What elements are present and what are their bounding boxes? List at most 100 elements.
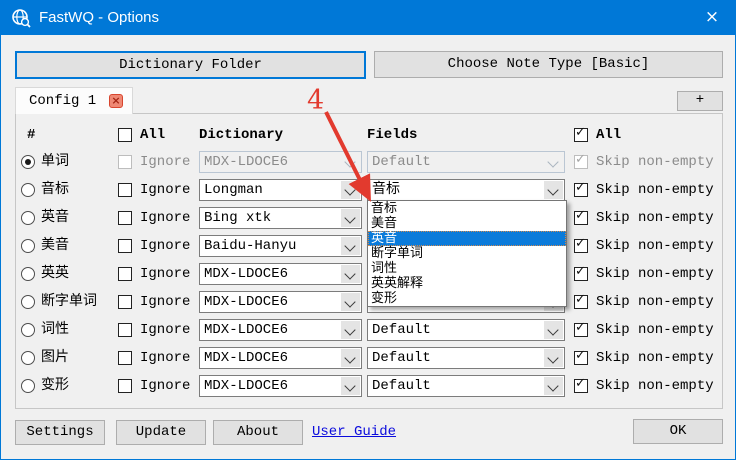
settings-button[interactable]: Settings (15, 420, 105, 445)
row-radio[interactable] (21, 295, 35, 309)
combo-arrow-icon[interactable] (341, 293, 360, 311)
skip-label: Skip non-empty (596, 235, 714, 257)
fields-combobox[interactable]: Default (367, 347, 565, 369)
close-button[interactable]: × (689, 1, 735, 35)
fields-combobox: Default (367, 151, 565, 173)
combo-arrow-icon[interactable] (341, 349, 360, 367)
annotation-arrow-icon (314, 104, 386, 208)
skip-label: Skip non-empty (596, 179, 714, 201)
about-button[interactable]: About (213, 420, 303, 445)
all-skip-checkbox[interactable] (574, 128, 588, 142)
choose-note-type-button[interactable]: Choose Note Type [Basic] (374, 51, 723, 78)
ignore-label: Ignore (140, 375, 190, 397)
dictionary-combobox[interactable]: Baidu-Hanyu (199, 235, 362, 257)
tab-close-icon[interactable]: × (109, 94, 123, 108)
dictionary-combobox[interactable]: MDX-LDOCE6 (199, 347, 362, 369)
table-row: 词性 Ignore MDX-LDOCE6 Default Skip non-em… (1, 319, 736, 341)
ignore-label: Ignore (140, 235, 190, 257)
all-ignore-checkbox[interactable] (118, 128, 132, 142)
row-label: 词性 (41, 319, 69, 341)
skip-checkbox[interactable] (574, 267, 588, 281)
row-radio[interactable] (21, 211, 35, 225)
col-hash: # (27, 124, 35, 146)
dictionary-combobox[interactable]: MDX-LDOCE6 (199, 263, 362, 285)
row-label: 断字单词 (41, 291, 97, 313)
ignore-checkbox[interactable] (118, 183, 132, 197)
combo-arrow-icon[interactable] (341, 209, 360, 227)
dictionary-combobox[interactable]: MDX-LDOCE6 (199, 375, 362, 397)
ignore-checkbox[interactable] (118, 295, 132, 309)
dropdown-option-highlighted[interactable]: 英音 (368, 231, 566, 246)
skip-checkbox[interactable] (574, 239, 588, 253)
skip-label: Skip non-empty (596, 375, 714, 397)
fields-combobox[interactable]: Default (367, 319, 565, 341)
ignore-checkbox (118, 155, 132, 169)
dropdown-option[interactable]: 词性 (368, 261, 566, 276)
row-radio[interactable] (21, 267, 35, 281)
ignore-checkbox[interactable] (118, 323, 132, 337)
skip-label: Skip non-empty (596, 291, 714, 313)
window-title: FastWQ - Options (39, 1, 159, 35)
dictionary-combobox[interactable]: MDX-LDOCE6 (199, 319, 362, 341)
combo-arrow-icon[interactable] (341, 237, 360, 255)
skip-checkbox[interactable] (574, 183, 588, 197)
update-button[interactable]: Update (116, 420, 206, 445)
tab-config-1[interactable]: Config 1 × (15, 87, 133, 114)
fields-combobox-open[interactable]: 音标 (367, 179, 565, 201)
row-label: 图片 (41, 347, 69, 369)
row-radio[interactable] (21, 351, 35, 365)
dropdown-option[interactable]: 美音 (368, 216, 566, 231)
ignore-checkbox[interactable] (118, 267, 132, 281)
col-dictionary: Dictionary (199, 124, 283, 146)
skip-checkbox[interactable] (574, 323, 588, 337)
ignore-checkbox[interactable] (118, 211, 132, 225)
combo-arrow-icon[interactable] (544, 321, 563, 339)
ignore-checkbox[interactable] (118, 239, 132, 253)
row-radio[interactable] (21, 183, 35, 197)
row-label: 英音 (41, 207, 69, 229)
ok-button[interactable]: OK (633, 419, 723, 444)
app-icon (11, 8, 31, 28)
col-all-right: All (596, 124, 621, 146)
ignore-label: Ignore (140, 179, 190, 201)
combo-arrow-icon[interactable] (544, 349, 563, 367)
ignore-label: Ignore (140, 347, 190, 369)
skip-checkbox[interactable] (574, 351, 588, 365)
row-radio[interactable] (21, 323, 35, 337)
combo-arrow-icon[interactable] (341, 321, 360, 339)
ignore-label: Ignore (140, 291, 190, 313)
skip-label: Skip non-empty (596, 207, 714, 229)
row-label: 变形 (41, 375, 69, 397)
dictionary-combobox[interactable]: Bing xtk (199, 207, 362, 229)
skip-label: Skip non-empty (596, 347, 714, 369)
skip-label: Skip non-empty (596, 151, 714, 173)
dropdown-option[interactable]: 断字单词 (368, 246, 566, 261)
ignore-label: Ignore (140, 207, 190, 229)
ignore-label: Ignore (140, 319, 190, 341)
combo-arrow-icon (544, 153, 563, 171)
skip-label: Skip non-empty (596, 319, 714, 341)
combo-arrow-icon[interactable] (544, 377, 563, 395)
ignore-checkbox[interactable] (118, 351, 132, 365)
combo-arrow-icon[interactable] (341, 265, 360, 283)
dropdown-option[interactable]: 音标 (368, 201, 566, 216)
fields-combobox[interactable]: Default (367, 375, 565, 397)
ignore-label: Ignore (140, 151, 190, 173)
add-tab-button[interactable]: + (677, 91, 723, 111)
row-radio[interactable] (21, 379, 35, 393)
combo-arrow-icon[interactable] (341, 377, 360, 395)
dictionary-combobox[interactable]: MDX-LDOCE6 (199, 291, 362, 313)
combo-arrow-icon[interactable] (544, 181, 563, 199)
skip-checkbox[interactable] (574, 211, 588, 225)
row-radio[interactable] (21, 155, 35, 169)
user-guide-link[interactable]: User Guide (312, 424, 396, 440)
ignore-label: Ignore (140, 263, 190, 285)
row-radio[interactable] (21, 239, 35, 253)
skip-checkbox[interactable] (574, 379, 588, 393)
ignore-checkbox[interactable] (118, 379, 132, 393)
tab-label: Config 1 (29, 88, 96, 114)
dropdown-option[interactable]: 英英解释 (368, 276, 566, 291)
dropdown-option[interactable]: 变形 (368, 291, 566, 306)
dictionary-folder-button[interactable]: Dictionary Folder (15, 51, 366, 79)
skip-checkbox[interactable] (574, 295, 588, 309)
